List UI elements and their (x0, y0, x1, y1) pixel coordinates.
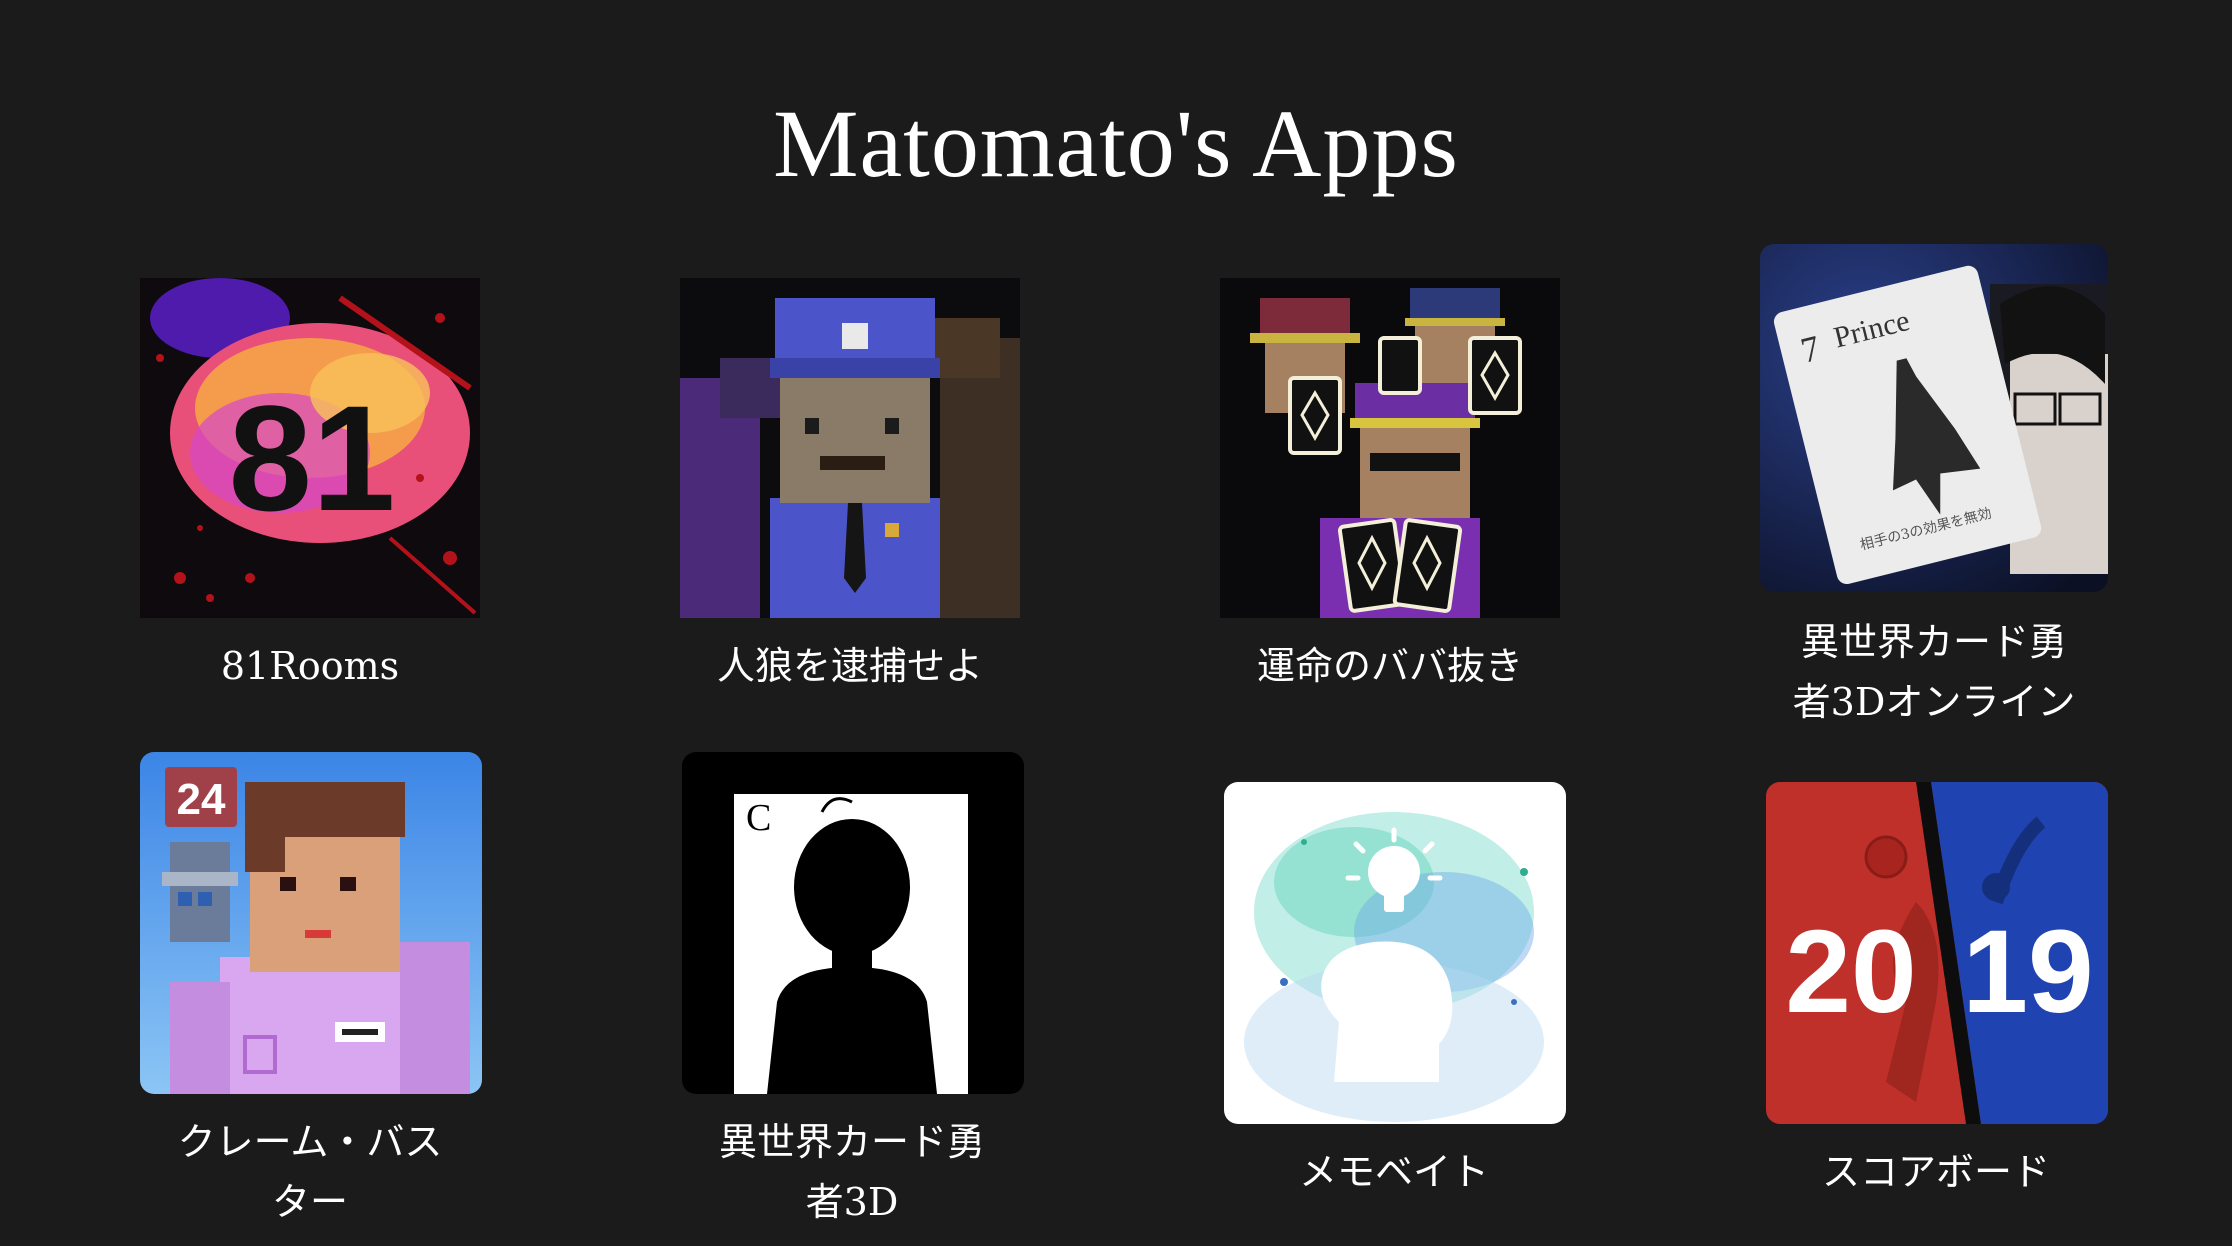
card-gangsters-app-icon[interactable] (1220, 278, 1560, 618)
app-label-claim-buster[interactable]: クレーム・バス ター (100, 1112, 520, 1232)
app-label-line: クレーム・バス (177, 1120, 443, 1164)
card-letter-text: C (746, 797, 771, 839)
memo-bait-app-icon[interactable] (1224, 782, 1566, 1124)
head-lightbulb-icon (1224, 782, 1566, 1124)
app-label-catch-werewolf[interactable]: 人狼を逮捕せよ (640, 636, 1060, 696)
clerk-character-icon: 24 (140, 752, 482, 1094)
silhouette-card-icon: C (682, 752, 1024, 1094)
basketball-player-icon: 20 19 (1766, 782, 2108, 1124)
badge-number-text: 24 (177, 775, 226, 824)
81rooms-app-icon[interactable]: 81 (140, 278, 480, 618)
year-left-text: 20 (1785, 906, 1916, 1038)
scoreboard-app-icon[interactable]: 20 19 (1766, 782, 2108, 1124)
app-label-line: 者3D (805, 1180, 899, 1224)
prince-card-app-icon[interactable]: 7 Prince 相手の3の効果を無効 (1760, 244, 2108, 592)
prince-card-icon: 7 Prince 相手の3の効果を無効 (1760, 244, 2108, 592)
police-officer-app-icon[interactable] (680, 278, 1020, 618)
blood-splatter-icon: 81 (140, 278, 480, 618)
app-label-scoreboard[interactable]: スコアボード (1726, 1142, 2146, 1202)
app-label-old-maid[interactable]: 運命のババ抜き (1180, 636, 1600, 696)
app-label-card-hero-online[interactable]: 異世界カード勇 者3Dオンライン (1724, 612, 2144, 732)
app-label-81rooms[interactable]: 81Rooms (100, 636, 520, 696)
app-label-line: 異世界カード勇 (718, 1120, 985, 1164)
icon-number-text: 81 (229, 374, 396, 542)
app-label-line: ター (271, 1180, 348, 1224)
silhouette-card-app-icon[interactable]: C (682, 752, 1024, 1094)
app-label-memo-bait[interactable]: メモベイト (1184, 1142, 1604, 1202)
app-label-card-hero-3d[interactable]: 異世界カード勇 者3D (642, 1112, 1062, 1232)
app-label-line: 異世界カード勇 (1800, 620, 2067, 664)
app-label-line: 者3Dオンライン (1792, 680, 2076, 724)
claim-buster-app-icon[interactable]: 24 (140, 752, 482, 1094)
year-right-text: 19 (1962, 906, 2093, 1038)
police-officer-icon (680, 278, 1020, 618)
page-title: Matomato's Apps (773, 90, 1459, 197)
playing-cards-icon (1220, 278, 1560, 618)
